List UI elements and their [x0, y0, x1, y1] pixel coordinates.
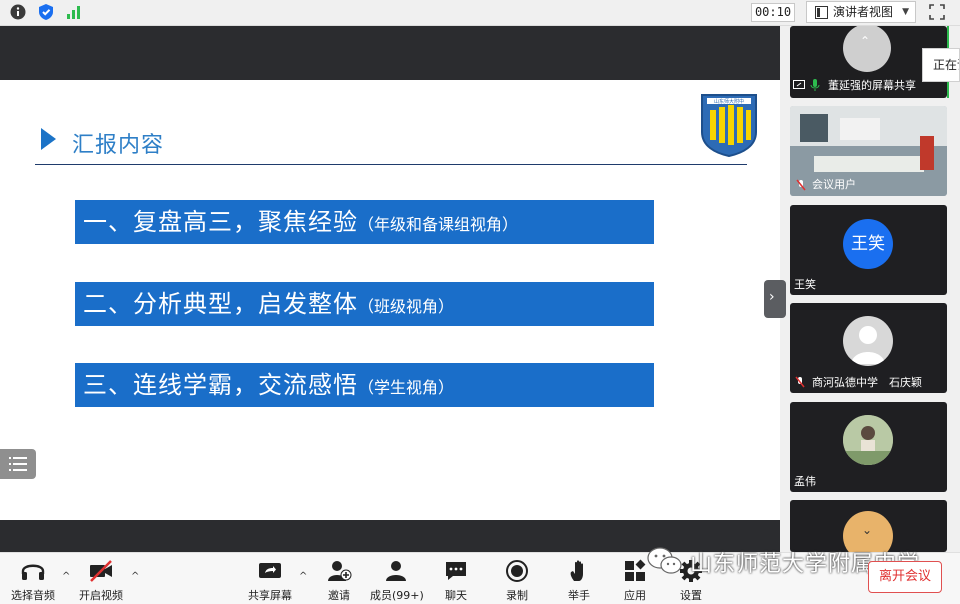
- speaking-indicator-tab: 正在讲: [922, 48, 960, 82]
- video-off-icon: [90, 560, 112, 582]
- share-screen-button[interactable]: 共享屏幕: [248, 559, 292, 603]
- meeting-window: 00:10 演讲者视图 ▼ 汇报内容 山东师大附中 一、复盘高三，聚焦经验（年级…: [0, 0, 960, 604]
- participant-name: 孟伟: [794, 475, 816, 488]
- record-button[interactable]: 录制: [503, 559, 531, 603]
- members-label: 成员(99+): [370, 589, 424, 602]
- top-bar: 00:10 演讲者视图 ▼: [0, 0, 960, 26]
- video-background: [800, 114, 828, 142]
- raise-hand-button[interactable]: 举手: [565, 559, 593, 603]
- share-screen-icon: [259, 563, 281, 578]
- avatar: 王笑: [843, 219, 893, 269]
- microphone-muted-icon: [795, 376, 805, 388]
- apps-label: 应用: [624, 589, 646, 602]
- agenda-item-3-main: 三、连线学霸，交流感悟: [83, 371, 358, 399]
- participant-tile-meeting-user[interactable]: 会议用户: [790, 106, 947, 196]
- participant-name: 董延强的屏幕共享: [828, 79, 916, 92]
- video-background: [840, 118, 880, 140]
- school-logo: 山东师大附中: [701, 94, 757, 158]
- raise-hand-label: 举手: [568, 589, 590, 602]
- view-mode-label: 演讲者视图: [833, 5, 894, 19]
- participant-name: 商河弘德中学 石庆颖: [812, 376, 922, 389]
- audio-label: 选择音频: [11, 589, 55, 602]
- slide-title: 汇报内容: [72, 133, 165, 158]
- svg-text:山东师大附中: 山东师大附中: [714, 98, 744, 105]
- chevron-down-icon: ⌄: [862, 523, 873, 537]
- video-background: [814, 156, 924, 172]
- chevron-up-icon[interactable]: ^: [299, 571, 307, 582]
- chevron-up-icon[interactable]: ^: [131, 571, 139, 582]
- record-icon: [506, 560, 528, 582]
- invite-label: 邀请: [328, 589, 350, 602]
- avatar: [843, 415, 893, 465]
- participant-tile-shi-qingying[interactable]: 商河弘德中学 石庆颖: [790, 303, 947, 393]
- participant-tile-partial[interactable]: ⌄: [790, 500, 947, 552]
- agenda-item-3-sub: （学生视角）: [358, 378, 455, 397]
- fullscreen-icon[interactable]: [928, 3, 946, 21]
- members-button[interactable]: 成员(99+): [370, 559, 424, 603]
- microphone-icon: [810, 79, 820, 91]
- share-screen-label: 共享屏幕: [248, 589, 292, 602]
- chat-icon: [446, 562, 466, 580]
- title-divider: [35, 164, 747, 165]
- agenda-item-3: 三、连线学霸，交流感悟（学生视角）: [75, 363, 654, 407]
- wechat-logo: [647, 547, 682, 574]
- default-user-icon: [851, 326, 885, 364]
- panel-collapse-handle[interactable]: ›: [764, 280, 786, 318]
- participant-name: 会议用户: [812, 178, 856, 191]
- headphones-icon: [21, 564, 45, 580]
- settings-label: 设置: [680, 589, 702, 602]
- participant-tile-meng-wei[interactable]: 孟伟: [790, 402, 947, 492]
- agenda-item-1: 一、复盘高三，聚焦经验（年级和备课组视角）: [75, 200, 654, 244]
- microphone-muted-icon: [796, 179, 806, 191]
- add-user-icon: [328, 561, 352, 581]
- participant-tile-wang-xiao[interactable]: 王笑 王笑: [790, 205, 947, 295]
- chevron-right-icon: ›: [769, 289, 775, 305]
- title-arrow-icon: [41, 128, 56, 150]
- hand-icon: [570, 560, 583, 581]
- info-icon[interactable]: [9, 3, 27, 21]
- chevron-up-icon[interactable]: ^: [62, 571, 70, 582]
- meeting-timer: 00:10: [751, 3, 795, 22]
- signal-strength-icon[interactable]: [65, 3, 83, 21]
- view-mode-selector[interactable]: 演讲者视图 ▼: [806, 1, 916, 23]
- agenda-item-2-main: 二、分析典型，启发整体: [83, 290, 358, 318]
- audio-button[interactable]: 选择音频: [11, 559, 55, 603]
- participant-name: 王笑: [794, 278, 816, 291]
- chat-label: 聊天: [445, 589, 467, 602]
- agenda-item-1-sub: （年级和备课组视角）: [358, 215, 519, 234]
- record-label: 录制: [506, 589, 528, 602]
- avatar: [843, 316, 893, 366]
- chevron-down-icon: ▼: [902, 7, 909, 17]
- chat-button[interactable]: 聊天: [442, 559, 470, 603]
- invite-button[interactable]: 邀请: [325, 559, 353, 603]
- agenda-item-2: 二、分析典型，启发整体（班级视角）: [75, 282, 654, 326]
- video-button[interactable]: 开启视频: [78, 559, 124, 603]
- agenda-item-1-main: 一、复盘高三，聚焦经验: [83, 208, 358, 236]
- security-shield-icon[interactable]: [37, 3, 55, 21]
- avatar: ⌃: [843, 26, 891, 72]
- photo-avatar-icon: [843, 415, 893, 465]
- slide-list-button[interactable]: [0, 449, 36, 479]
- chevron-up-icon: ⌃: [860, 34, 871, 48]
- video-background: [920, 136, 934, 170]
- members-icon: [386, 561, 406, 581]
- video-label: 开启视频: [79, 589, 123, 602]
- view-layout-icon: [815, 6, 828, 19]
- list-icon: [9, 457, 27, 471]
- leave-meeting-button[interactable]: 离开会议: [868, 561, 942, 593]
- agenda-item-2-sub: （班级视角）: [358, 297, 455, 316]
- screen-share-icon: [793, 80, 805, 89]
